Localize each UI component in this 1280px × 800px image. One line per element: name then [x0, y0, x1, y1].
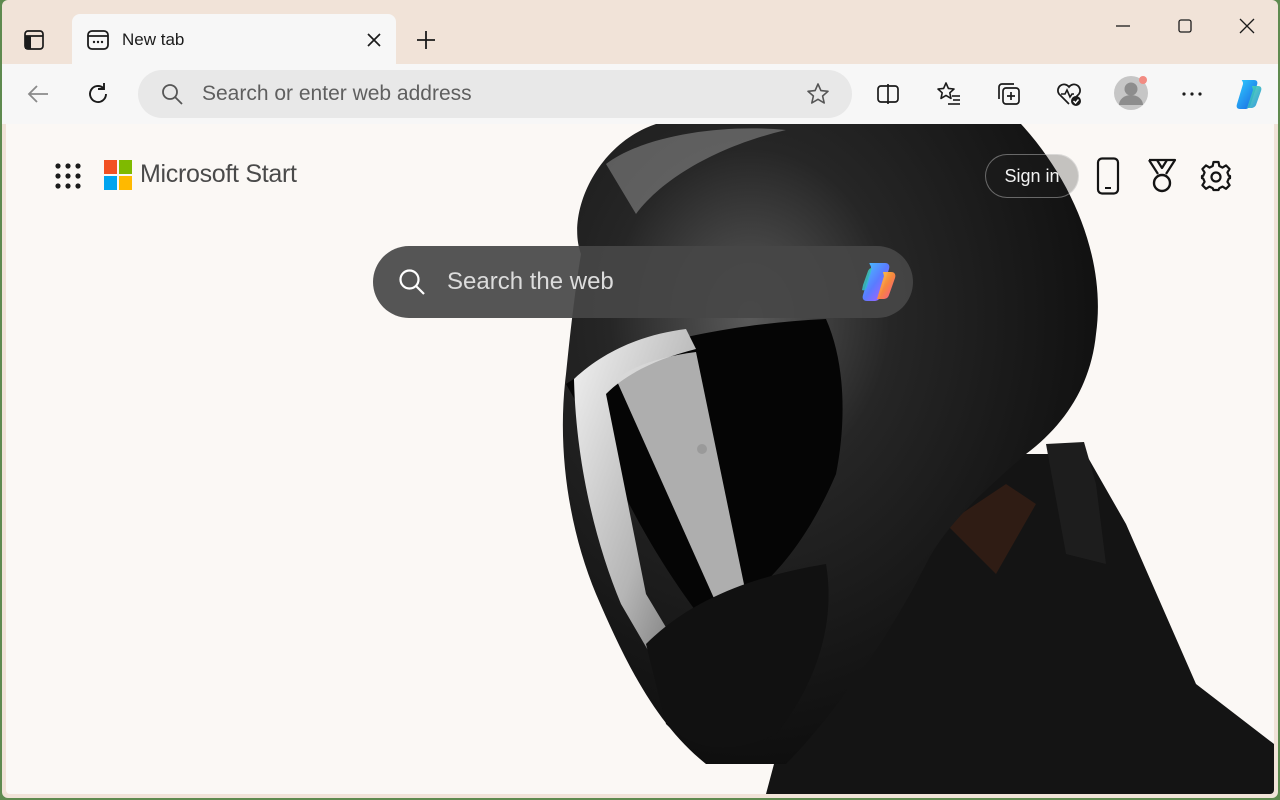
page-settings-button[interactable]: [1196, 156, 1236, 196]
split-screen-button[interactable]: [868, 74, 908, 114]
tab-new-tab[interactable]: New tab: [72, 14, 396, 64]
browser-window: New tab Search or enter web address Micr…: [2, 0, 1278, 798]
favorites-button[interactable]: [929, 74, 969, 114]
brand-title: Microsoft Start: [140, 160, 297, 188]
rewards-button[interactable]: [1142, 156, 1182, 196]
split-screen-icon: [877, 84, 899, 104]
web-search-input[interactable]: [447, 246, 837, 318]
search-icon: [162, 84, 183, 105]
back-button[interactable]: [18, 74, 58, 114]
browser-essentials-button[interactable]: [1049, 74, 1089, 114]
search-icon: [399, 269, 425, 295]
tab-actions-button[interactable]: [16, 22, 52, 58]
address-input[interactable]: [202, 70, 782, 118]
tab-actions-icon: [24, 30, 44, 50]
mobile-app-button[interactable]: [1088, 156, 1128, 196]
browser-essentials-icon: [1057, 83, 1081, 106]
copilot-button[interactable]: [1228, 74, 1268, 114]
minimize-button[interactable]: [1100, 6, 1146, 46]
new-tab-page-icon: [87, 30, 109, 50]
close-window-icon: [1239, 18, 1255, 34]
favorites-icon: [937, 82, 960, 105]
copilot-icon[interactable]: [855, 259, 901, 305]
sign-in-button[interactable]: Sign in: [985, 154, 1079, 198]
close-icon: [367, 33, 381, 47]
more-button[interactable]: [1172, 74, 1212, 114]
star-icon: [807, 83, 829, 104]
tab-close-button[interactable]: [360, 26, 388, 54]
navigation-toolbar: [2, 64, 1278, 124]
mobile-phone-icon: [1096, 157, 1120, 195]
new-tab-page: Microsoft Start Sign in: [6, 124, 1274, 794]
settings-gear-icon: [1200, 160, 1232, 192]
app-launcher-button[interactable]: [50, 158, 86, 194]
plus-icon: [417, 31, 435, 49]
refresh-icon: [89, 83, 107, 103]
back-arrow-icon: [27, 85, 48, 103]
microsoft-logo: [104, 160, 132, 190]
maximize-icon: [1178, 19, 1192, 33]
close-window-button[interactable]: [1224, 6, 1270, 46]
minimize-icon: [1116, 25, 1130, 27]
notification-dot: [1139, 76, 1147, 84]
app-launcher-icon: [55, 163, 81, 189]
address-bar[interactable]: [138, 70, 852, 118]
background-image: [562, 124, 1274, 794]
add-favorite-button[interactable]: [804, 80, 832, 108]
more-icon: [1182, 92, 1202, 96]
collections-icon: [998, 83, 1020, 105]
collections-button[interactable]: [989, 74, 1029, 114]
copilot-icon: [1236, 80, 1262, 109]
rewards-medal-icon: [1148, 158, 1177, 193]
maximize-button[interactable]: [1162, 6, 1208, 46]
title-bar: New tab: [2, 0, 1278, 64]
web-search-box[interactable]: [373, 246, 913, 318]
refresh-button[interactable]: [78, 74, 118, 114]
tab-title: New tab: [122, 30, 185, 49]
new-tab-button[interactable]: [408, 22, 444, 58]
